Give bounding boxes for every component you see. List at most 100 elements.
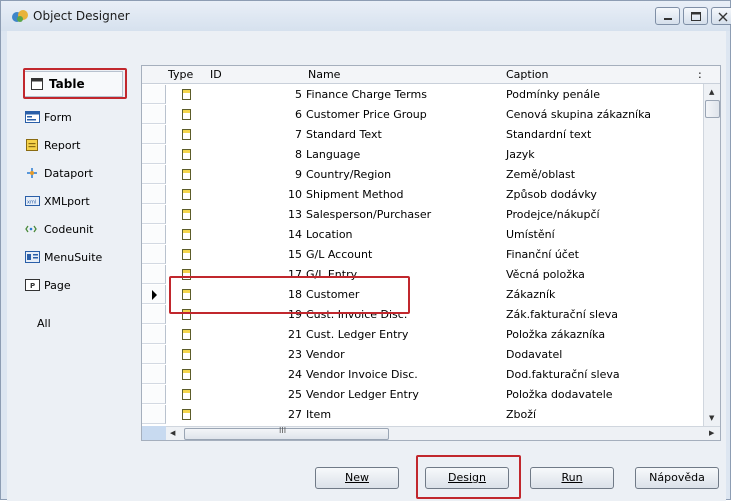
scroll-down-icon[interactable]: ▼ — [709, 414, 714, 422]
row-selector[interactable] — [142, 185, 166, 204]
column-header-type[interactable]: Type — [168, 68, 193, 81]
table-row[interactable]: 13 Salesperson/Purchaser Prodejce/nákupčí — [142, 205, 702, 225]
table-row[interactable]: 8 Language Jazyk — [142, 145, 702, 165]
table-icon — [182, 229, 191, 240]
scroll-grip: III — [279, 426, 287, 435]
scroll-right-icon[interactable]: ▶ — [709, 429, 714, 437]
column-header-name[interactable]: Name — [308, 68, 340, 81]
row-selector[interactable] — [142, 365, 166, 384]
table-row[interactable]: 24 Vendor Invoice Disc. Dod.fakturační sle… — [142, 365, 702, 385]
table-row[interactable]: 27 Item Zboží — [142, 405, 702, 425]
table-row[interactable]: 5 Finance Charge Terms Podmínky penále — [142, 85, 702, 105]
minimize-button[interactable] — [655, 7, 680, 25]
row-name: Location — [306, 228, 353, 241]
title-bar[interactable]: Object Designer — [1, 1, 731, 31]
close-button[interactable] — [711, 7, 731, 25]
row-name: Standard Text — [306, 128, 382, 141]
row-name: Cust. Ledger Entry — [306, 328, 409, 341]
row-caption: Zák.fakturační sleva — [506, 308, 619, 321]
horizontal-scrollbar[interactable]: ◀ III ▶ — [166, 426, 720, 440]
table-row[interactable]: 25 Vendor Ledger Entry Položka dodavatele — [142, 385, 702, 405]
row-selector[interactable] — [142, 325, 166, 344]
table-icon — [182, 409, 191, 420]
sidebar-item-label: XMLport — [44, 194, 90, 208]
new-button-label: New — [345, 471, 369, 484]
help-button[interactable]: Nápověda — [635, 467, 719, 489]
sidebar-item-page[interactable]: P Page — [25, 275, 71, 295]
row-selector[interactable] — [142, 245, 166, 264]
sidebar-item-label: MenuSuite — [44, 250, 103, 264]
vertical-scroll-thumb[interactable] — [705, 100, 720, 118]
sidebar-item-form[interactable]: Form — [25, 107, 72, 127]
menusuite-icon — [25, 251, 40, 263]
sidebar-item-all[interactable]: All — [37, 313, 51, 333]
selection-column-footer — [142, 426, 166, 440]
row-caption: Umístění — [506, 228, 555, 241]
row-selector[interactable] — [142, 165, 166, 184]
vertical-scrollbar[interactable]: ▲ ▼ — [703, 84, 720, 426]
page-icon: P — [25, 279, 40, 291]
row-selector[interactable] — [142, 405, 166, 424]
row-name: Vendor Ledger Entry — [306, 388, 419, 401]
row-selector[interactable] — [142, 205, 166, 224]
row-selector[interactable] — [142, 225, 166, 244]
column-header-caption[interactable]: Caption — [506, 68, 548, 81]
object-grid[interactable]: Type ID Name Caption : 5 Finance Charge T… — [141, 65, 721, 441]
row-selector[interactable] — [142, 125, 166, 144]
table-row[interactable]: 23 Vendor Dodavatel — [142, 345, 702, 365]
table-row[interactable]: 14 Location Umístění — [142, 225, 702, 245]
row-selector[interactable] — [142, 265, 166, 284]
row-id: 25 — [288, 388, 302, 401]
column-header-more[interactable]: : — [698, 68, 702, 81]
row-id: 9 — [295, 168, 302, 181]
row-id: 5 — [295, 88, 302, 101]
column-header-id[interactable]: ID — [210, 68, 222, 81]
row-caption: Jazyk — [506, 148, 535, 161]
sidebar-item-label: All — [37, 316, 51, 330]
row-id: 13 — [288, 208, 302, 221]
row-selector[interactable] — [142, 145, 166, 164]
sidebar-item-label: Form — [44, 110, 72, 124]
sidebar-item-menusuite[interactable]: MenuSuite — [25, 247, 102, 267]
row-caption: Prodejce/nákupčí — [506, 208, 600, 221]
row-selector[interactable] — [142, 85, 166, 104]
row-id: 8 — [295, 148, 302, 161]
row-id: 7 — [295, 128, 302, 141]
design-highlight-box — [416, 455, 521, 499]
window-title: Object Designer — [33, 9, 130, 23]
current-row-arrow-icon — [152, 290, 157, 300]
table-row[interactable]: 15 G/L Account Finanční účet — [142, 245, 702, 265]
svg-text:xml: xml — [27, 200, 36, 206]
row-caption: Zboží — [506, 408, 537, 421]
scroll-left-icon[interactable]: ◀ — [170, 429, 175, 437]
horizontal-scroll-thumb[interactable]: III — [184, 426, 389, 440]
sidebar-item-codeunit[interactable]: Codeunit — [25, 219, 93, 239]
table-icon — [182, 249, 191, 260]
table-icon — [182, 129, 191, 140]
object-designer-icon — [12, 10, 28, 22]
customer-row-highlight-box — [169, 276, 410, 314]
maximize-button[interactable] — [683, 7, 708, 25]
run-button-label: Run — [561, 471, 583, 484]
row-selector[interactable] — [142, 345, 166, 364]
table-icon — [182, 169, 191, 180]
table-row[interactable]: 10 Shipment Method Způsob dodávky — [142, 185, 702, 205]
sidebar-item-dataport[interactable]: Dataport — [25, 163, 93, 183]
sidebar-item-report[interactable]: Report — [25, 135, 80, 155]
table-row[interactable]: 9 Country/Region Země/oblast — [142, 165, 702, 185]
table-icon — [182, 149, 191, 160]
sidebar-item-xmlport[interactable]: xml XMLport — [25, 191, 90, 211]
new-button[interactable]: New — [315, 467, 399, 489]
scroll-up-icon[interactable]: ▲ — [709, 88, 714, 96]
row-selector[interactable] — [142, 105, 166, 124]
table-row[interactable]: 21 Cust. Ledger Entry Položka zákazníka — [142, 325, 702, 345]
row-caption: Dodavatel — [506, 348, 563, 361]
row-id: 14 — [288, 228, 302, 241]
table-row[interactable]: 7 Standard Text Standardní text — [142, 125, 702, 145]
run-button[interactable]: Run — [530, 467, 614, 489]
row-selector[interactable] — [142, 305, 166, 324]
row-id: 23 — [288, 348, 302, 361]
row-selector[interactable] — [142, 385, 166, 404]
help-button-label: Nápověda — [649, 471, 705, 484]
table-row[interactable]: 6 Customer Price Group Cenová skupina záka… — [142, 105, 702, 125]
